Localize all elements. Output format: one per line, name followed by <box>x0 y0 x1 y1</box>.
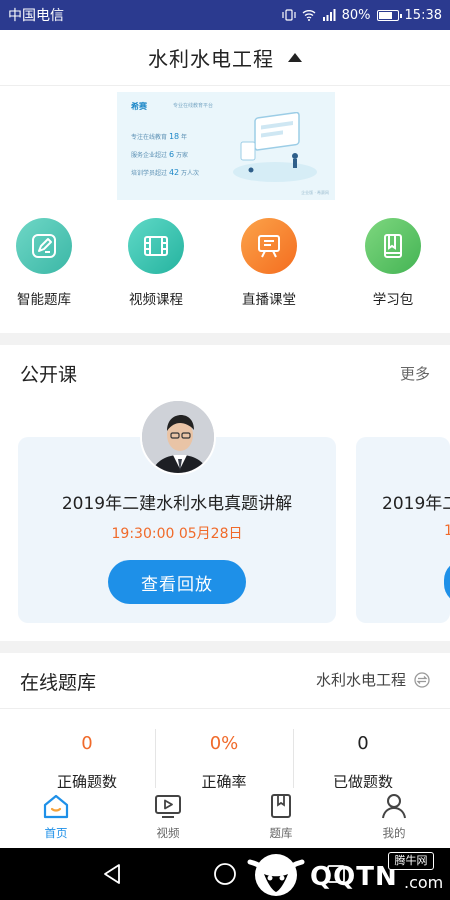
home-icon <box>41 791 71 821</box>
question-bank-icon <box>266 791 296 821</box>
status-icons: 80% 15:38 <box>282 8 442 23</box>
bull-logo-icon <box>247 854 305 896</box>
stat-value: 0 <box>357 733 369 754</box>
vibrate-icon <box>282 9 296 21</box>
stat-value: 0 <box>81 733 93 754</box>
course-title: 2019年二建水利水电真题讲解 <box>61 494 293 514</box>
category-grid: 智能题库 视频课程 直播课堂 学习包 <box>0 218 450 318</box>
watermark-brand: QQTN <box>310 862 398 892</box>
subject-name: 水利水电工程 <box>315 671 406 689</box>
pencil-icon <box>16 218 72 274</box>
promo-banner[interactable]: 希赛 专业在线教育平台 专注在线教育 18 年 服务企业超过 6 万家 培训学员… <box>117 92 335 200</box>
live-board-icon <box>241 218 297 274</box>
status-bar: 中国电信 80% 15:38 <box>0 0 450 30</box>
watermark: QQTN .com 腾牛网 <box>238 848 450 900</box>
banner-illustration <box>233 112 317 182</box>
signal-icon <box>322 9 336 21</box>
watermark-tag: 腾牛网 <box>388 852 434 870</box>
tab-home[interactable]: 首页 <box>0 788 112 848</box>
banner-logo: 希赛 <box>131 102 147 111</box>
carrier-name: 中国电信 <box>8 8 64 24</box>
swap-icon <box>414 671 430 688</box>
banner-footnote: 企业版 · 希赛网 <box>301 190 329 195</box>
stat-value: 0% <box>209 733 239 754</box>
banner-slogan: 专业在线教育平台 <box>173 103 214 109</box>
battery-percent: 80% <box>341 7 371 23</box>
category-live-class[interactable]: 直播课堂 <box>229 218 309 308</box>
bottom-tab-bar: 首页 视频 题库 我的 <box>0 788 450 848</box>
film-icon <box>128 218 184 274</box>
home-circle-icon[interactable] <box>213 862 237 886</box>
course-time: 1 <box>444 523 450 539</box>
view-replay-button[interactable]: 查看回放 <box>108 560 246 604</box>
view-replay-button[interactable] <box>444 560 450 604</box>
category-smart-question-bank[interactable]: 智能题库 <box>4 218 84 308</box>
profile-icon <box>379 791 409 821</box>
section-divider <box>0 641 450 653</box>
teacher-avatar <box>140 399 216 475</box>
category-label: 直播课堂 <box>242 292 296 308</box>
more-link[interactable]: 更多 <box>400 363 430 384</box>
subject-switch[interactable]: 水利水电工程 <box>316 669 430 690</box>
question-bank-title: 在线题库 <box>20 672 97 694</box>
category-label: 智能题库 <box>17 292 71 308</box>
section-divider <box>0 333 450 345</box>
tab-label: 首页 <box>44 826 68 840</box>
clock: 15:38 <box>404 7 442 23</box>
tab-video[interactable]: 视频 <box>112 788 224 848</box>
page-title: 水利水电工程 <box>148 47 274 71</box>
banner-line: 服务企业超过 6 万家 <box>131 150 188 159</box>
battery-level <box>378 11 393 19</box>
tab-label: 我的 <box>382 826 406 840</box>
stats-row: 0 正确题数 0% 正确率 0 已做题数 <box>0 708 450 794</box>
category-study-pack[interactable]: 学习包 <box>353 218 433 308</box>
back-icon[interactable] <box>102 863 122 885</box>
subject-selector[interactable]: 水利水电工程 <box>0 30 450 86</box>
battery-icon <box>376 9 402 21</box>
stat-done-count: 0 已做题数 <box>288 709 438 795</box>
watermark-suffix: .com <box>404 873 444 892</box>
stat-correct-count: 0 正确题数 <box>12 709 162 795</box>
open-course-title: 公开课 <box>20 364 78 386</box>
tab-label: 题库 <box>269 826 293 840</box>
caret-up-icon <box>288 53 302 62</box>
tab-question-bank[interactable]: 题库 <box>225 788 337 848</box>
video-icon <box>153 791 183 821</box>
tab-label: 视频 <box>156 826 180 840</box>
book-icon <box>365 218 421 274</box>
course-title: 2019年二 <box>382 494 450 514</box>
category-label: 学习包 <box>372 292 414 308</box>
stat-accuracy: 0% 正确率 <box>149 709 299 795</box>
category-video-course[interactable]: 视频课程 <box>116 218 196 308</box>
course-card[interactable]: 2019年二 1 <box>356 437 450 623</box>
category-label: 视频课程 <box>129 292 183 308</box>
wifi-icon <box>302 10 316 21</box>
banner-line: 培训学员超过 42 万人次 <box>131 168 200 177</box>
course-time: 19:30:00 05月28日 <box>111 526 243 542</box>
tab-profile[interactable]: 我的 <box>338 788 450 848</box>
banner-line: 专注在线教育 18 年 <box>131 132 188 141</box>
